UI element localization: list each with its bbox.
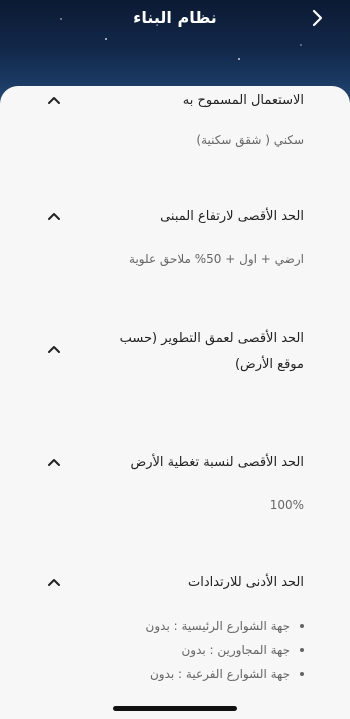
chevron-up-icon[interactable]: [44, 341, 64, 357]
section-min-setbacks: الحد الأدنى للارتدادات جهة الشوارع الرئي…: [0, 570, 350, 681]
back-button[interactable]: [306, 6, 330, 30]
chevron-right-icon: [312, 9, 323, 27]
chevron-up-icon[interactable]: [44, 92, 64, 108]
section-header[interactable]: الاستعمال المسموح به: [0, 88, 350, 114]
section-title: الاستعمال المسموح به: [182, 93, 304, 108]
section-title: الحد الأقصى لعمق التطوير (حسب موقع الأرض…: [119, 331, 304, 372]
star-decoration: [238, 58, 240, 60]
building-system-panel: الاستعمال المسموح به سكني ( شقق سكنية) ا…: [0, 86, 350, 719]
list-item: جهة الشوارع الرئيسية : بدون: [146, 614, 305, 638]
chevron-up-icon[interactable]: [44, 574, 64, 590]
section-header[interactable]: الحد الأقصى لعمق التطوير (حسب موقع الأرض…: [0, 326, 350, 378]
section-value: 100%: [269, 498, 304, 512]
section-allowed-use: الاستعمال المسموح به سكني ( شقق سكنية): [0, 88, 350, 147]
section-title: الحد الأقصى لارتفاع المبنى: [160, 209, 304, 224]
chevron-up-icon[interactable]: [44, 454, 64, 470]
section-max-building-height: الحد الأقصى لارتفاع المبنى ارضي + اول + …: [0, 204, 350, 266]
section-header[interactable]: الحد الأقصى لارتفاع المبنى: [0, 204, 350, 230]
setbacks-list: جهة الشوارع الرئيسية : بدون جهة المجاوري…: [146, 614, 305, 686]
section-title: الحد الأقصى لنسبة تغطية الأرض: [130, 455, 304, 470]
list-item: جهة الشوارع الفرعية : بدون: [146, 662, 305, 686]
list-item: جهة المجاورين : بدون: [146, 638, 305, 662]
home-indicator[interactable]: [113, 706, 237, 711]
section-value: سكني ( شقق سكنية): [196, 133, 304, 147]
star-decoration: [105, 38, 107, 40]
section-max-land-coverage: الحد الأقصى لنسبة تغطية الأرض 100%: [0, 450, 350, 512]
chevron-up-icon[interactable]: [44, 208, 64, 224]
page-title: نظام البناء: [133, 8, 217, 27]
section-max-development-depth: الحد الأقصى لعمق التطوير (حسب موقع الأرض…: [0, 326, 350, 378]
section-header[interactable]: الحد الأقصى لنسبة تغطية الأرض: [0, 450, 350, 476]
section-header[interactable]: الحد الأدنى للارتدادات: [0, 570, 350, 596]
star-decoration: [300, 44, 302, 46]
section-value: ارضي + اول + 50% ملاحق علوية: [129, 252, 304, 266]
section-title: الحد الأدنى للارتدادات: [187, 575, 304, 590]
